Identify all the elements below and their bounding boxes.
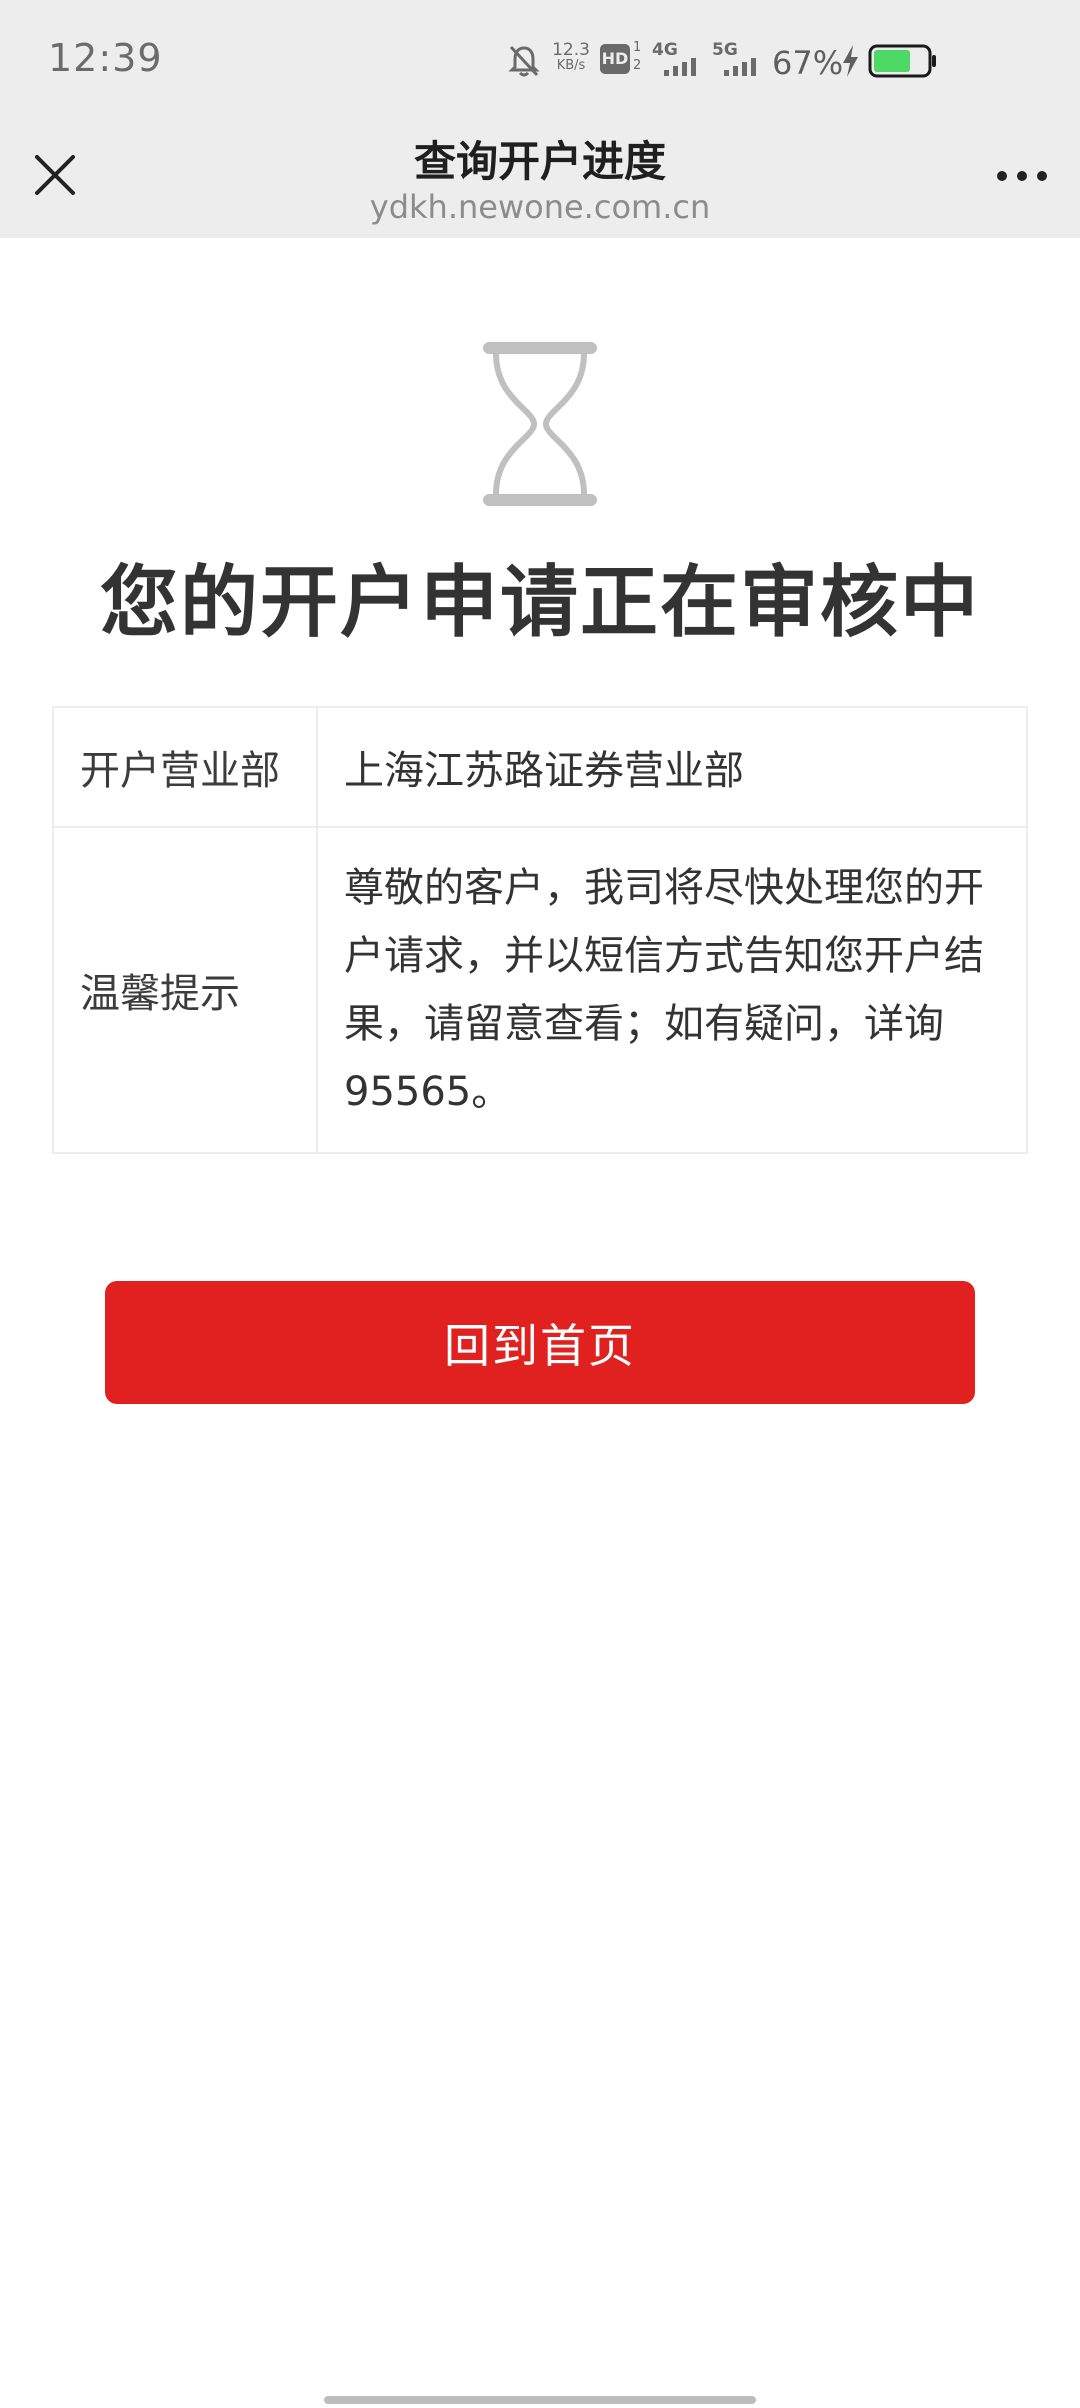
more-icon (997, 171, 1047, 181)
branch-value: 上海江苏路证券营业部 (316, 706, 1028, 828)
info-table: 开户营业部 上海江苏路证券营业部 温馨提示 尊敬的客户，我司将尽快处理您的开户请… (52, 706, 1028, 1154)
battery-icon (868, 44, 936, 78)
mute-bell-icon (508, 45, 540, 77)
signal-icon: 4G (652, 40, 704, 78)
page-url: ydkh.newone.com.cn (369, 188, 711, 226)
page-title: 查询开户进度 (413, 137, 666, 186)
status-time: 12:39 (48, 36, 163, 80)
home-indicator[interactable] (324, 2396, 756, 2404)
branch-label: 开户营业部 (52, 706, 318, 828)
tip-label: 温馨提示 (52, 826, 318, 1154)
hd-label: HD (600, 44, 630, 74)
status-title: 您的开户申请正在审核中 (99, 558, 980, 648)
status-bar: 12:39 12.3 KB/s HD 1 2 4G 5G 67% (0, 0, 1080, 122)
hourglass-icon (483, 342, 597, 506)
home-button[interactable]: 回到首页 (105, 1281, 975, 1404)
table-row: 开户营业部 上海江苏路证券营业部 (52, 706, 1028, 828)
battery-percent: 67% (772, 44, 844, 82)
hd-icon: HD 1 2 (600, 40, 642, 74)
net-speed-value: 12.3 (552, 40, 590, 60)
more-button[interactable] (992, 156, 1052, 196)
tip-value: 尊敬的客户，我司将尽快处理您的开户请求，并以短信方式告知您开户结果，请留意查看；… (316, 826, 1028, 1154)
title-bar: 查询开户进度 ydkh.newone.com.cn (0, 122, 1080, 238)
net-speed: 12.3 KB/s (550, 42, 592, 74)
net-speed-unit: KB/s (556, 58, 586, 73)
charging-bolt-icon (843, 45, 858, 77)
table-row: 温馨提示 尊敬的客户，我司将尽快处理您的开户请求，并以短信方式告知您开户结果，请… (52, 826, 1028, 1154)
signal-icon: 5G (712, 40, 764, 78)
